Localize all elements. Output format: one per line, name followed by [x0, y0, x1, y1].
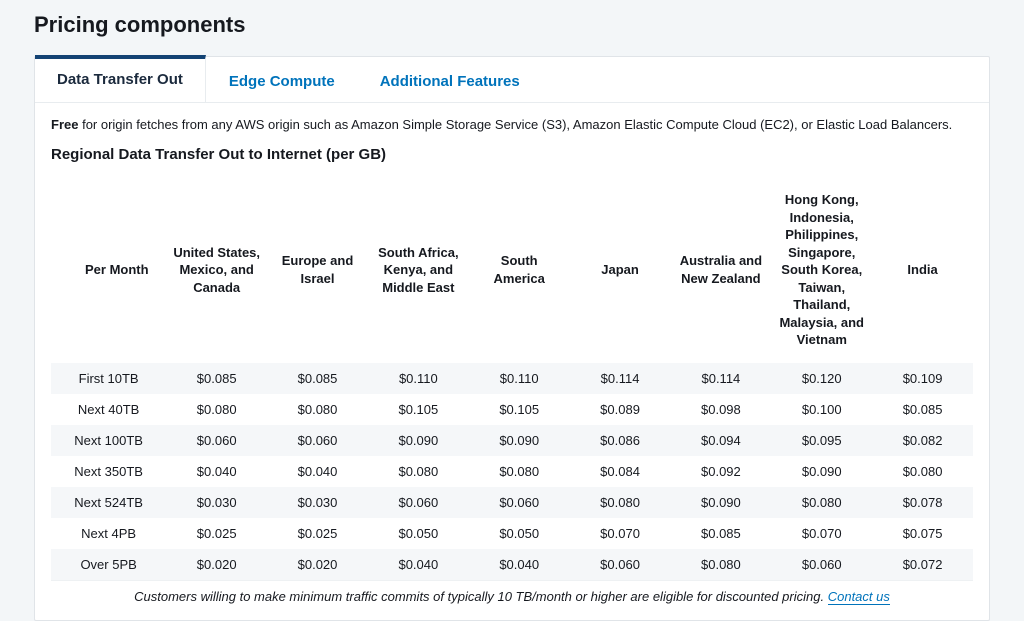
price-cell: $0.060	[368, 487, 469, 518]
table-header-cell: South America	[469, 181, 570, 363]
price-cell: $0.094	[670, 425, 771, 456]
price-cell: $0.080	[670, 549, 771, 581]
tier-cell: Next 350TB	[51, 456, 166, 487]
price-cell: $0.030	[267, 487, 368, 518]
price-cell: $0.092	[670, 456, 771, 487]
tab-data-transfer-out[interactable]: Data Transfer Out	[35, 55, 206, 102]
price-cell: $0.080	[267, 394, 368, 425]
price-cell: $0.085	[166, 363, 267, 394]
table-header-cell: United States, Mexico, and Canada	[166, 181, 267, 363]
tier-cell: Next 4PB	[51, 518, 166, 549]
price-cell: $0.110	[469, 363, 570, 394]
tab-additional-features[interactable]: Additional Features	[357, 57, 542, 102]
table-header-row: Per MonthUnited States, Mexico, and Cana…	[51, 181, 973, 363]
tier-cell: First 10TB	[51, 363, 166, 394]
pricing-table: Per MonthUnited States, Mexico, and Cana…	[51, 181, 973, 612]
price-cell: $0.060	[267, 425, 368, 456]
price-cell: $0.114	[570, 363, 671, 394]
tier-cell: Over 5PB	[51, 549, 166, 581]
price-cell: $0.040	[469, 549, 570, 581]
price-cell: $0.020	[267, 549, 368, 581]
price-cell: $0.080	[368, 456, 469, 487]
price-cell: $0.114	[670, 363, 771, 394]
price-cell: $0.060	[771, 549, 872, 581]
price-cell: $0.040	[166, 456, 267, 487]
price-cell: $0.100	[771, 394, 872, 425]
table-header-cell: India	[872, 181, 973, 363]
table-row: Next 524TB$0.030$0.030$0.060$0.060$0.080…	[51, 487, 973, 518]
table-header-cell: Per Month	[51, 181, 166, 363]
price-cell: $0.089	[570, 394, 671, 425]
price-cell: $0.085	[872, 394, 973, 425]
table-header-cell: Japan	[570, 181, 671, 363]
price-cell: $0.040	[267, 456, 368, 487]
price-cell: $0.120	[771, 363, 872, 394]
tier-cell: Next 524TB	[51, 487, 166, 518]
price-cell: $0.050	[469, 518, 570, 549]
table-row: Next 40TB$0.080$0.080$0.105$0.105$0.089$…	[51, 394, 973, 425]
price-cell: $0.084	[570, 456, 671, 487]
price-cell: $0.109	[872, 363, 973, 394]
table-body: First 10TB$0.085$0.085$0.110$0.110$0.114…	[51, 363, 973, 581]
tab-panel-data-transfer-out: Free for origin fetches from any AWS ori…	[35, 103, 989, 620]
table-row: Next 100TB$0.060$0.060$0.090$0.090$0.086…	[51, 425, 973, 456]
price-cell: $0.085	[267, 363, 368, 394]
price-cell: $0.082	[872, 425, 973, 456]
table-row: Next 4PB$0.025$0.025$0.050$0.050$0.070$0…	[51, 518, 973, 549]
price-cell: $0.080	[771, 487, 872, 518]
footnote-text: Customers willing to make minimum traffi…	[134, 589, 828, 604]
price-cell: $0.105	[368, 394, 469, 425]
price-cell: $0.090	[469, 425, 570, 456]
price-cell: $0.110	[368, 363, 469, 394]
page-title: Pricing components	[34, 12, 990, 38]
tier-cell: Next 40TB	[51, 394, 166, 425]
price-cell: $0.075	[872, 518, 973, 549]
contact-us-link[interactable]: Contact us	[828, 589, 890, 605]
price-cell: $0.060	[570, 549, 671, 581]
free-text: for origin fetches from any AWS origin s…	[78, 117, 952, 132]
price-cell: $0.098	[670, 394, 771, 425]
table-row: First 10TB$0.085$0.085$0.110$0.110$0.114…	[51, 363, 973, 394]
tabs: Data Transfer OutEdge ComputeAdditional …	[35, 57, 989, 103]
free-label: Free	[51, 117, 78, 132]
table-header-cell: Hong Kong, Indonesia, Philippines, Singa…	[771, 181, 872, 363]
price-cell: $0.080	[570, 487, 671, 518]
table-row: Over 5PB$0.020$0.020$0.040$0.040$0.060$0…	[51, 549, 973, 581]
price-cell: $0.080	[166, 394, 267, 425]
price-cell: $0.030	[166, 487, 267, 518]
price-cell: $0.070	[771, 518, 872, 549]
tier-cell: Next 100TB	[51, 425, 166, 456]
price-cell: $0.105	[469, 394, 570, 425]
price-cell: $0.080	[469, 456, 570, 487]
table-header-cell: Europe and Israel	[267, 181, 368, 363]
price-cell: $0.020	[166, 549, 267, 581]
table-row: Next 350TB$0.040$0.040$0.080$0.080$0.084…	[51, 456, 973, 487]
tab-edge-compute[interactable]: Edge Compute	[206, 57, 357, 102]
price-cell: $0.025	[267, 518, 368, 549]
price-cell: $0.086	[570, 425, 671, 456]
pricing-tabset: Data Transfer OutEdge ComputeAdditional …	[34, 56, 990, 621]
price-cell: $0.040	[368, 549, 469, 581]
price-cell: $0.090	[670, 487, 771, 518]
table-footnote-row: Customers willing to make minimum traffi…	[51, 580, 973, 612]
price-cell: $0.090	[771, 456, 872, 487]
price-cell: $0.080	[872, 456, 973, 487]
table-header-cell: South Africa, Kenya, and Middle East	[368, 181, 469, 363]
table-header-cell: Australia and New Zealand	[670, 181, 771, 363]
price-cell: $0.090	[368, 425, 469, 456]
price-cell: $0.025	[166, 518, 267, 549]
free-tier-note: Free for origin fetches from any AWS ori…	[51, 117, 973, 132]
price-cell: $0.072	[872, 549, 973, 581]
price-cell: $0.095	[771, 425, 872, 456]
price-cell: $0.070	[570, 518, 671, 549]
price-cell: $0.050	[368, 518, 469, 549]
table-title: Regional Data Transfer Out to Internet (…	[51, 146, 973, 163]
price-cell: $0.078	[872, 487, 973, 518]
price-cell: $0.060	[166, 425, 267, 456]
price-cell: $0.060	[469, 487, 570, 518]
price-cell: $0.085	[670, 518, 771, 549]
